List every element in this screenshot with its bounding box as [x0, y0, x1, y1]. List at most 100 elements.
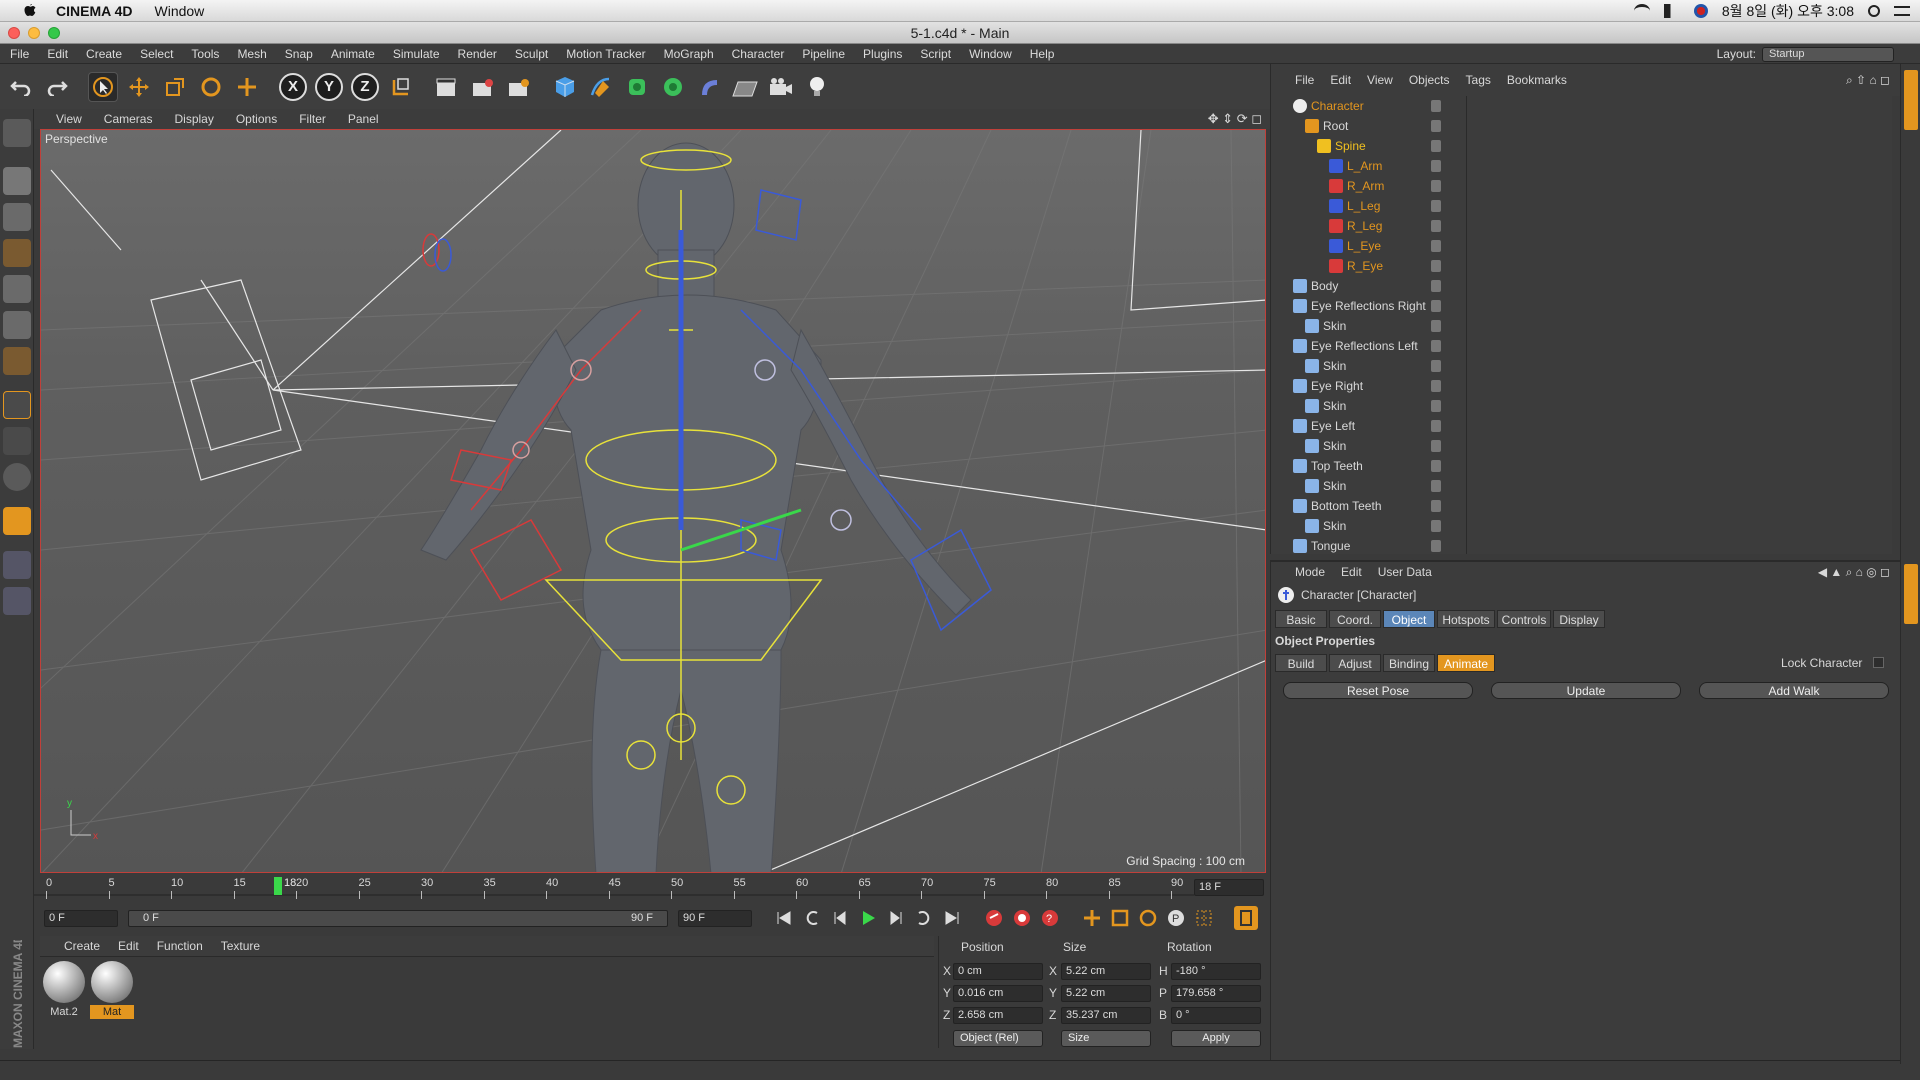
viewport-menu-panel[interactable]: Panel — [337, 112, 390, 126]
position-x-field[interactable]: 0 cm — [953, 963, 1043, 980]
os-app-name[interactable]: CINEMA 4D — [56, 3, 133, 19]
material-menu-edit[interactable]: Edit — [109, 939, 148, 953]
tab-display[interactable]: Display — [1553, 610, 1605, 628]
visibility-toggle[interactable] — [1431, 120, 1441, 132]
volume-icon[interactable] — [1663, 4, 1680, 18]
object-menu-bookmarks[interactable]: Bookmarks — [1499, 73, 1575, 87]
tab-controls[interactable]: Controls — [1497, 610, 1551, 628]
array-cloner-button[interactable] — [658, 72, 688, 102]
scale-key-button[interactable] — [1108, 906, 1132, 930]
object-row[interactable]: Eye Reflections Right — [1271, 296, 1891, 316]
keyframe-selection-button[interactable]: ? — [1038, 906, 1062, 930]
visibility-toggle[interactable] — [1431, 500, 1441, 512]
visibility-toggle[interactable] — [1431, 520, 1441, 532]
tab-hotspots[interactable]: Hotspots — [1437, 610, 1495, 628]
workplane-button[interactable] — [3, 551, 31, 579]
rotation-p-field[interactable]: 179.658 ° — [1171, 985, 1261, 1002]
object-menu-edit[interactable]: Edit — [1322, 73, 1359, 87]
move-tool-button[interactable] — [124, 72, 154, 102]
material-swatch[interactable]: Mat.2 — [42, 961, 86, 1019]
menu-mesh[interactable]: Mesh — [228, 47, 275, 61]
visibility-toggle[interactable] — [1431, 360, 1441, 372]
cube-primitive-button[interactable] — [550, 72, 580, 102]
play-button[interactable] — [856, 906, 880, 930]
x-axis-lock-button[interactable]: X — [278, 72, 308, 102]
menu-plugins[interactable]: Plugins — [854, 47, 911, 61]
layout-dropdown[interactable]: Startup — [1762, 46, 1894, 62]
edges-mode-button[interactable] — [3, 311, 31, 339]
menu-mograph[interactable]: MoGraph — [655, 47, 723, 61]
object-row[interactable]: Skin — [1271, 356, 1891, 376]
object-menu-objects[interactable]: Objects — [1401, 73, 1458, 87]
object-menu-tags[interactable]: Tags — [1458, 73, 1499, 87]
visibility-toggle[interactable] — [1431, 480, 1441, 492]
render-settings-button[interactable] — [504, 72, 534, 102]
tab-object[interactable]: Object — [1383, 610, 1435, 628]
y-axis-lock-button[interactable]: Y — [314, 72, 344, 102]
attribute-menu-user-data[interactable]: User Data — [1370, 565, 1440, 579]
snap-button[interactable] — [3, 507, 31, 535]
attributes-panel-tab[interactable] — [1904, 564, 1918, 624]
object-row[interactable]: Spine — [1271, 136, 1891, 156]
timeline-ruler[interactable]: 0 5 10 15 20 25 30 35 40 45 50 55 60 65 70 75 80 85 90 18 … — [34, 873, 1270, 903]
visibility-toggle[interactable] — [1431, 200, 1441, 212]
preview-range-slider[interactable]: 0 F 90 F — [128, 909, 668, 927]
object-row[interactable]: Eye Left — [1271, 416, 1891, 436]
object-row[interactable]: Skin — [1271, 316, 1891, 336]
object-row[interactable]: L_Leg — [1271, 196, 1891, 216]
visibility-toggle[interactable] — [1431, 180, 1441, 192]
visibility-toggle[interactable] — [1431, 340, 1441, 352]
subtab-animate[interactable]: Animate — [1437, 654, 1495, 672]
perspective-viewport[interactable]: y x Perspective Grid Spacing : 100 cm — [40, 129, 1266, 873]
object-row[interactable]: R_Eye — [1271, 256, 1891, 276]
visibility-toggle[interactable] — [1431, 160, 1441, 172]
floor-button[interactable] — [730, 72, 760, 102]
z-axis-lock-button[interactable]: Z — [350, 72, 380, 102]
object-menu-file[interactable]: File — [1271, 73, 1322, 87]
visibility-toggle[interactable] — [1431, 220, 1441, 232]
size-z-field[interactable]: 35.237 cm — [1061, 1007, 1151, 1024]
points-mode-button[interactable] — [3, 275, 31, 303]
visibility-toggle[interactable] — [1431, 260, 1441, 272]
attribute-menu-edit[interactable]: Edit — [1333, 565, 1370, 579]
object-row[interactable]: L_Arm — [1271, 156, 1891, 176]
position-y-field[interactable]: 0.016 cm — [953, 985, 1043, 1002]
visibility-toggle[interactable] — [1431, 240, 1441, 252]
visibility-toggle[interactable] — [1431, 100, 1441, 112]
objects-panel-tab[interactable] — [1904, 70, 1918, 130]
object-row[interactable]: Character — [1271, 96, 1891, 116]
material-menu-create[interactable]: Create — [40, 939, 109, 953]
subtab-adjust[interactable]: Adjust — [1329, 654, 1381, 672]
menu-file[interactable]: File — [0, 47, 38, 61]
visibility-toggle[interactable] — [1431, 380, 1441, 392]
visibility-toggle[interactable] — [1431, 300, 1441, 312]
menu-render[interactable]: Render — [449, 47, 506, 61]
subdivision-surface-button[interactable] — [622, 72, 652, 102]
scale-tool-button[interactable] — [160, 72, 190, 102]
next-frame-button[interactable] — [884, 906, 908, 930]
light-button[interactable] — [802, 72, 832, 102]
tab-basic[interactable]: Basic — [1275, 610, 1327, 628]
visibility-toggle[interactable] — [1431, 460, 1441, 472]
autokey-button[interactable] — [1010, 906, 1034, 930]
subtab-binding[interactable]: Binding — [1383, 654, 1435, 672]
menu-animate[interactable]: Animate — [322, 47, 384, 61]
menu-help[interactable]: Help — [1021, 47, 1064, 61]
object-row[interactable]: Tongue — [1271, 536, 1891, 554]
size-y-field[interactable]: 5.22 cm — [1061, 985, 1151, 1002]
menu-tools[interactable]: Tools — [182, 47, 228, 61]
menu-snap[interactable]: Snap — [276, 47, 322, 61]
material-menu-function[interactable]: Function — [148, 939, 212, 953]
pla-key-button[interactable] — [1192, 906, 1216, 930]
attribute-menu-mode[interactable]: Mode — [1271, 565, 1333, 579]
apple-icon[interactable] — [22, 3, 38, 19]
menu-simulate[interactable]: Simulate — [384, 47, 449, 61]
object-row[interactable]: Body — [1271, 276, 1891, 296]
object-row[interactable]: R_Leg — [1271, 216, 1891, 236]
zoom-window-button[interactable] — [48, 27, 60, 39]
object-row[interactable]: L_Eye — [1271, 236, 1891, 256]
object-row[interactable]: R_Arm — [1271, 176, 1891, 196]
end-frame-field[interactable]: 90 F — [678, 909, 752, 927]
menu-script[interactable]: Script — [911, 47, 960, 61]
last-tool-button[interactable] — [232, 72, 262, 102]
